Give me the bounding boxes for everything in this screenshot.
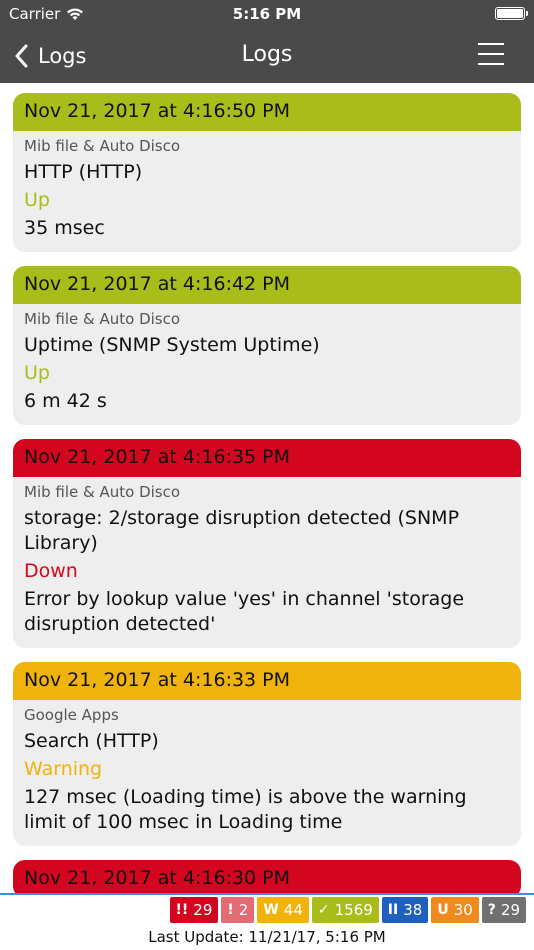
log-entry-sensor: Uptime (SNMP System Uptime) [24,334,320,356]
chevron-left-icon [15,44,28,68]
log-entry-state: Warning [24,758,103,780]
status-badge-count: 29 [500,901,520,919]
navigation-bar: Logs Logs [0,30,534,83]
down-acknowledged-icon: ! [227,902,234,918]
log-list[interactable]: Nov 21, 2017 at 4:16:50 PM Mib file & Au… [0,83,534,894]
status-badge-unusual[interactable]: U 30 [431,897,479,923]
log-entry-group: Google Apps [24,706,119,724]
battery-icon [495,7,528,20]
log-entry-sensor: storage: 2/storage disruption detected (… [24,507,460,554]
log-entry[interactable]: Nov 21, 2017 at 4:16:30 PM [13,860,521,894]
log-entry[interactable]: Nov 21, 2017 at 4:16:33 PM Google Apps S… [13,662,521,846]
status-badge-count: 38 [403,901,423,919]
hamburger-menu-icon[interactable] [478,43,504,65]
log-entry-message: Error by lookup value 'yes' in channel '… [24,588,465,635]
log-entry-sensor: Search (HTTP) [24,730,159,752]
log-entry-state: Up [24,189,50,211]
status-bar: Carrier 5:16 PM [0,0,534,28]
warning-icon: W [263,902,279,918]
log-entry-message: 35 msec [24,217,105,239]
log-entry-state: Up [24,362,50,384]
log-entry-sensor: HTTP (HTTP) [24,161,143,183]
up-icon: ✓ [317,902,330,918]
down-icon: !! [175,902,189,918]
unknown-icon: ? [487,902,496,918]
status-summary-footer: !! 29! 2 W 44 ✓ 1569 II 38 U 30? 29 Last Update: 11… [0,893,534,950]
status-time: 5:16 PM [232,5,302,23]
log-entry-group: Mib file & Auto Disco [24,137,181,155]
log-entry-timestamp: Nov 21, 2017 at 4:16:42 PM [13,266,521,304]
log-entry-group: Mib file & Auto Disco [24,483,181,501]
paused-icon: II [387,902,399,918]
status-badge-down[interactable]: !! 29 [169,897,219,923]
log-entry-message: 6 m 42 s [24,390,107,412]
app-header: Carrier 5:16 PM Logs Logs [0,0,534,83]
status-badge-paused[interactable]: II 38 [381,897,429,923]
log-entry-timestamp: Nov 21, 2017 at 4:16:35 PM [13,439,521,477]
log-entry[interactable]: Nov 21, 2017 at 4:16:42 PM Mib file & Au… [13,266,521,425]
log-entry-timestamp: Nov 21, 2017 at 4:16:33 PM [13,662,521,700]
log-entry[interactable]: Nov 21, 2017 at 4:16:50 PM Mib file & Au… [13,93,521,252]
back-button[interactable]: Logs [14,38,86,74]
sensor-status-badges: !! 29! 2 W 44 ✓ 1569 II 38 U 30? 29 [169,897,526,923]
status-badge-unknown[interactable]: ? 29 [481,897,526,923]
unusual-icon: U [437,902,449,918]
log-entry[interactable]: Nov 21, 2017 at 4:16:35 PM Mib file & Au… [13,439,521,648]
status-badge-count: 44 [283,901,303,919]
footer-divider [0,893,534,895]
status-badge-warning[interactable]: W 44 [257,897,309,923]
status-badge-count: 2 [238,901,249,919]
back-button-label: Logs [38,44,87,68]
status-badge-down-acknowledged[interactable]: ! 2 [221,897,255,923]
status-badge-up[interactable]: ✓ 1569 [311,897,379,923]
status-badge-count: 1569 [334,901,373,919]
log-entry-group: Mib file & Auto Disco [24,310,181,328]
log-entry-state: Down [24,560,78,582]
log-entry-timestamp: Nov 21, 2017 at 4:16:50 PM [13,93,521,131]
log-entry-message: 127 msec (Loading time) is above the war… [24,786,467,833]
log-entry-timestamp: Nov 21, 2017 at 4:16:30 PM [13,860,521,894]
last-update-label: Last Update: 11/21/17, 5:16 PM [148,928,386,946]
status-badge-count: 29 [193,901,213,919]
status-badge-count: 30 [453,901,473,919]
